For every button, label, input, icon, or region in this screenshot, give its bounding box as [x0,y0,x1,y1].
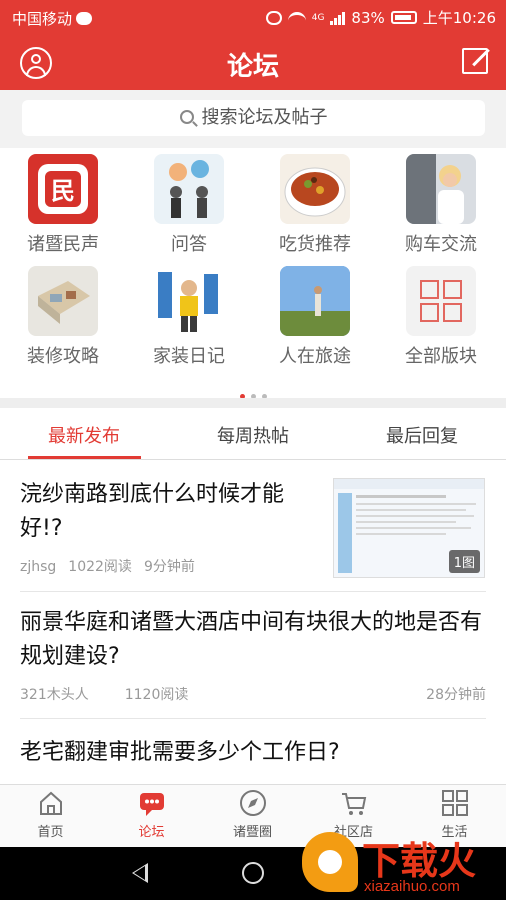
post-title: 老宅翻建审批需要多少个工作日? [20,740,340,765]
network-type: 4G [311,12,325,23]
travel-image [280,266,350,336]
category-decoration[interactable]: 装修攻略 [0,260,126,368]
post-title: 浣纱南路到底什么时候才能好!? [20,482,285,541]
edit-icon[interactable] [462,48,490,74]
post-time: 28分钟前 [426,687,486,703]
category-label: 人在旅途 [279,346,351,367]
category-home-diary[interactable]: 家装日记 [126,260,252,368]
search-placeholder: 搜索论坛及帖子 [201,107,328,128]
post-reads: 1022阅读 [68,559,132,575]
battery-percent: 83% [351,8,385,27]
worker-image [154,266,224,336]
post-author: 321木头人 [20,687,89,703]
section-separator [0,398,506,408]
back-icon[interactable] [132,863,148,883]
qa-people-image [154,154,224,224]
nav-label: 论坛 [138,825,165,840]
grid-icon [406,266,476,336]
watermark-subtext: xiazaihuo.com [364,878,460,895]
forum-icon [138,789,166,817]
compass-icon [239,789,267,817]
category-label: 问答 [171,234,207,255]
category-car[interactable]: 购车交流 [378,148,504,256]
status-right: 4G 83% 上午10:26 [265,7,496,28]
category-label: 吃货推荐 [279,234,351,255]
status-bar: 中国移动 4G 83% 上午10:26 [0,0,506,34]
category-all[interactable]: 全部版块 [378,260,504,368]
category-grid: 民 诸暨民声 问答 吃货推荐 购车交流 装修攻略 家装日记 人在旅途 全部版块 [0,148,506,399]
floorplan-image [28,266,98,336]
home-button-icon[interactable] [242,862,264,884]
category-label: 购车交流 [405,234,477,255]
carrier-name: 中国移动 [12,10,73,28]
post-meta: 321木头人 1120阅读 28分钟前 [20,684,486,704]
category-qa[interactable]: 问答 [126,148,252,256]
search-input[interactable]: 搜索论坛及帖子 [22,100,485,136]
post-thumbnail[interactable]: 1图 [333,478,485,578]
nav-label: 诸暨圈 [232,825,272,840]
category-label: 诸暨民声 [27,234,99,255]
category-label: 家装日记 [153,346,225,367]
post-item[interactable]: 老宅翻建审批需要多少个工作日? [20,736,486,770]
battery-icon [390,11,417,24]
category-label: 装修攻略 [27,346,99,367]
app-header: 论坛 [0,34,506,90]
carrier-label: 中国移动 [12,8,93,29]
nav-zhuji-circle[interactable]: 诸暨圈 [202,789,303,840]
tab-active-indicator [28,456,141,459]
wifi-icon [287,11,306,24]
post-item[interactable]: 丽景华庭和诸暨大酒店中间有块很大的地是否有规划建设? 321木头人 1120阅读 2… [20,606,486,704]
clock: 上午10:26 [422,9,496,27]
post-reads: 1120阅读 [124,687,189,703]
post-item[interactable]: 浣纱南路到底什么时候才能好!? zjhsg 1022阅读 9分钟前 [20,478,320,576]
nav-forum[interactable]: 论坛 [101,789,202,840]
tab-last-reply[interactable]: 最后回复 [338,422,506,448]
category-travel[interactable]: 人在旅途 [252,260,378,368]
home-icon [37,789,65,817]
svg-text:民: 民 [51,177,75,205]
search-bar-container: 搜索论坛及帖子 [0,90,506,148]
nav-label: 首页 [37,825,64,840]
category-food[interactable]: 吃货推荐 [252,148,378,256]
post-tabs: 最新发布 每周热帖 最后回复 [0,408,506,460]
watermark: 下载火 xiazaihuo.com [302,828,506,900]
tab-latest[interactable]: 最新发布 [0,422,168,448]
category-label: 全部版块 [405,346,477,367]
signal-icon [330,11,346,25]
search-icon [179,110,194,124]
category-zhuji-minsheng[interactable]: 民 诸暨民声 [0,148,126,256]
zhuji-minsheng-logo: 民 [28,154,98,224]
image-count-badge: 1图 [448,550,480,573]
cart-icon [340,789,368,817]
food-bowl-image [280,154,350,224]
page-title: 论坛 [226,52,279,82]
post-divider [20,591,486,592]
alarm-icon [265,10,282,25]
nav-home[interactable]: 首页 [0,789,101,840]
post-divider [20,718,486,719]
watermark-text: 下载火 [362,841,477,883]
fire-logo-icon [302,832,358,892]
post-meta: zjhsg 1022阅读 9分钟前 [20,556,320,576]
post-title: 丽景华庭和诸暨大酒店中间有块很大的地是否有规划建设? [20,610,483,669]
post-author: zjhsg [20,559,57,575]
tab-weekly-hot[interactable]: 每周热帖 [169,422,337,448]
car-woman-image [406,154,476,224]
message-icon [76,12,93,25]
post-time: 9分钟前 [143,559,195,575]
apps-icon [441,789,469,817]
